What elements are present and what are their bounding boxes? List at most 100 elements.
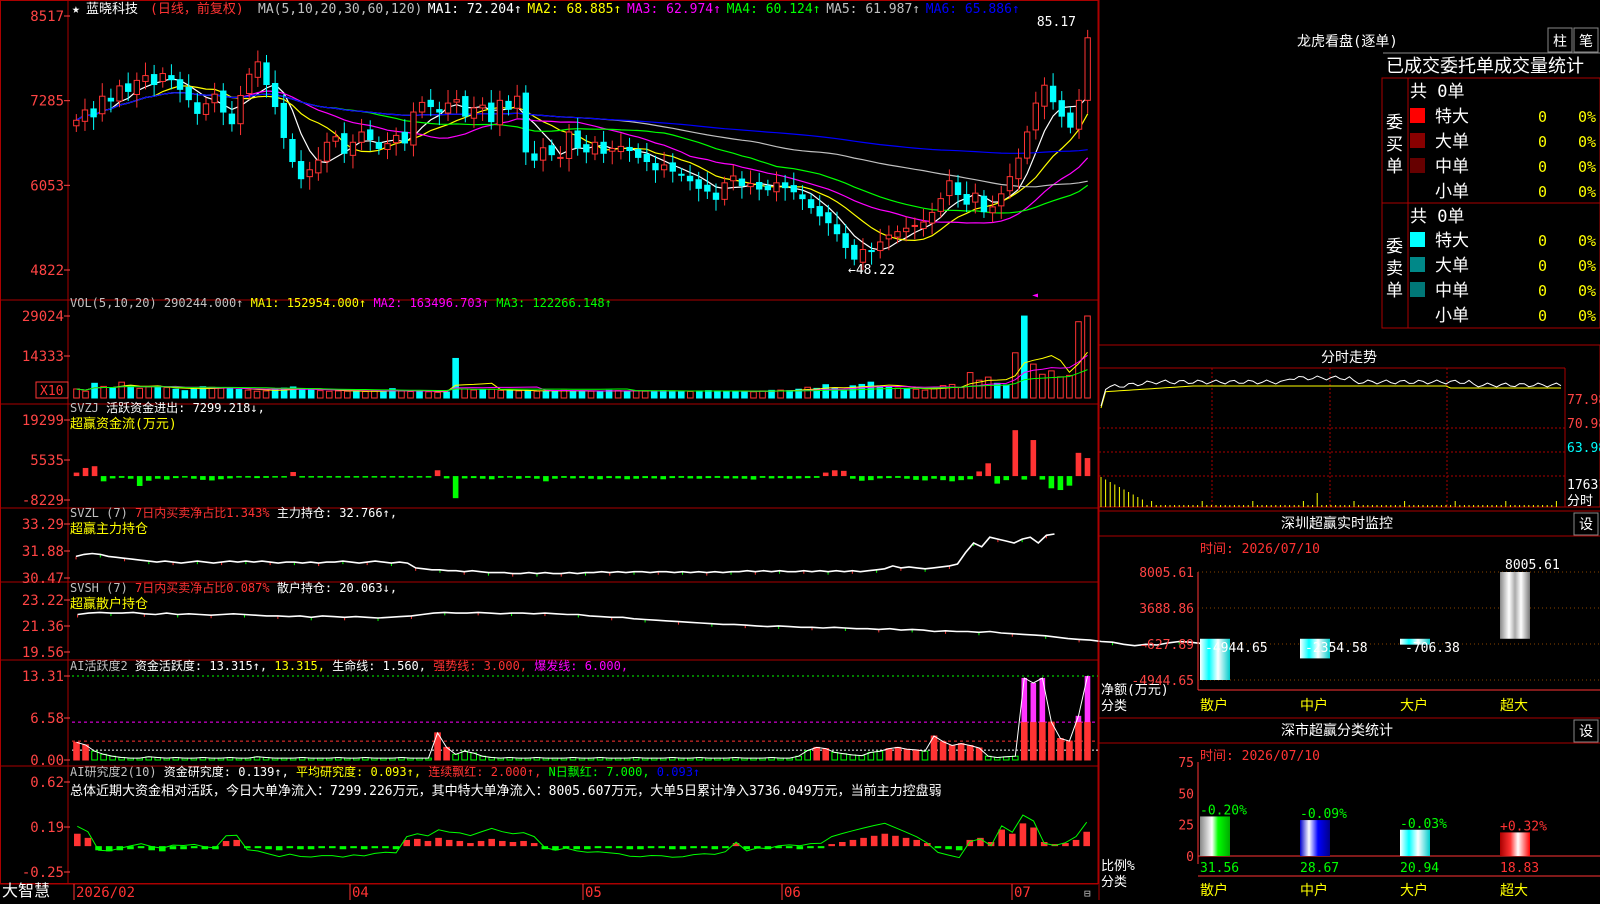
svzj-bar[interactable]	[723, 476, 730, 479]
svzj-bar[interactable]	[416, 476, 423, 478]
volume-bar[interactable]	[73, 388, 80, 399]
volume-bar[interactable]	[867, 381, 875, 399]
research-bar[interactable]	[414, 838, 421, 847]
svzj-bar[interactable]	[461, 476, 468, 479]
research-bar[interactable]	[509, 842, 517, 847]
candle-body[interactable]	[756, 181, 763, 190]
volume-bar[interactable]	[136, 387, 143, 399]
candle-body[interactable]	[254, 61, 262, 78]
volume-bar[interactable]	[470, 389, 477, 399]
candle-body[interactable]	[764, 185, 772, 191]
candle-body[interactable]	[531, 153, 538, 161]
svzj-bar[interactable]	[768, 476, 775, 479]
activity-bar[interactable]	[894, 746, 902, 761]
candle-body[interactable]	[185, 86, 192, 101]
volume-bar[interactable]	[750, 391, 757, 399]
svzj-bar[interactable]	[543, 476, 549, 482]
candle-body[interactable]	[107, 97, 115, 102]
candle-body[interactable]	[289, 139, 296, 163]
candle-body[interactable]	[548, 145, 555, 156]
volume-bar[interactable]	[659, 390, 667, 399]
volume-bar[interactable]	[696, 390, 703, 399]
candle-body[interactable]	[980, 195, 988, 213]
candle-body[interactable]	[194, 102, 201, 114]
volume-bar[interactable]	[912, 388, 920, 399]
candle-body[interactable]	[920, 221, 927, 230]
volume-bar[interactable]	[190, 388, 198, 399]
candle-body[interactable]	[747, 183, 754, 188]
svzj-bar[interactable]	[994, 476, 1001, 484]
volume-bar[interactable]	[316, 390, 324, 399]
sz-monitor-bar[interactable]	[1500, 572, 1530, 639]
volume-bar[interactable]	[488, 388, 496, 399]
svzj-bar[interactable]	[696, 476, 703, 479]
volume-bar[interactable]	[1030, 363, 1037, 399]
svzj-bar[interactable]	[145, 476, 152, 481]
activity-bar[interactable]	[82, 744, 89, 761]
research-bar[interactable]	[700, 846, 708, 849]
stock-period[interactable]: (日线，前复权)	[150, 1, 244, 17]
research-bar[interactable]	[796, 846, 804, 850]
svzj-bar[interactable]	[1048, 476, 1055, 489]
candle-body[interactable]	[263, 62, 270, 86]
candle-body[interactable]	[427, 99, 434, 108]
volume-bar[interactable]	[578, 390, 586, 399]
sz-class-bar[interactable]	[1400, 829, 1430, 856]
candle-body[interactable]	[341, 133, 348, 154]
volume-bar[interactable]	[443, 391, 450, 399]
activity-bar[interactable]	[948, 744, 956, 761]
candle-body[interactable]	[323, 141, 331, 162]
svzj-bar[interactable]	[407, 476, 414, 478]
research-bar[interactable]	[955, 846, 963, 851]
volume-bar[interactable]	[127, 385, 134, 399]
volume-bar[interactable]	[677, 390, 685, 399]
research-bar[interactable]	[839, 842, 846, 847]
svzj-bar[interactable]	[705, 476, 712, 479]
research-bar[interactable]	[382, 846, 389, 849]
svzj-bar[interactable]	[245, 476, 251, 478]
activity-bar-burst[interactable]	[1030, 683, 1037, 723]
candle-body[interactable]	[1023, 131, 1031, 159]
candle-body[interactable]	[1058, 100, 1065, 117]
svzj-bar[interactable]	[985, 463, 991, 477]
volume-bar[interactable]	[732, 390, 739, 399]
candle-body[interactable]	[237, 95, 244, 125]
sz-class-bar[interactable]	[1200, 816, 1230, 856]
activity-bar[interactable]	[822, 748, 830, 761]
research-bar[interactable]	[339, 846, 347, 850]
svzj-bar[interactable]	[976, 471, 982, 477]
svzj-bar[interactable]	[669, 476, 676, 479]
svzj-bar[interactable]	[470, 476, 477, 479]
svzj-bar[interactable]	[398, 476, 405, 478]
svzj-bar[interactable]	[272, 476, 278, 478]
svzj-bar[interactable]	[633, 476, 639, 479]
candle-body[interactable]	[652, 163, 659, 171]
candle-body[interactable]	[877, 241, 884, 252]
research-bar[interactable]	[318, 846, 325, 849]
volume-bar[interactable]	[894, 387, 902, 399]
research-bar[interactable]	[222, 840, 230, 847]
volume-bar[interactable]	[109, 387, 116, 399]
candle-body[interactable]	[695, 179, 702, 189]
volume-bar[interactable]	[596, 391, 604, 399]
svzj-bar[interactable]	[191, 476, 197, 479]
candle-body[interactable]	[462, 96, 469, 117]
research-bar[interactable]	[520, 840, 527, 847]
activity-bar[interactable]	[849, 754, 857, 761]
volume-bar[interactable]	[957, 387, 965, 399]
volume-bar[interactable]	[714, 390, 721, 399]
volume-bar[interactable]	[551, 390, 559, 399]
candle-body[interactable]	[989, 206, 996, 214]
volume-bar[interactable]	[298, 388, 306, 399]
volume-bar[interactable]	[560, 389, 568, 399]
svzj-bar[interactable]	[91, 466, 98, 477]
svzj-bar[interactable]	[534, 476, 540, 479]
volume-bar[interactable]	[226, 387, 234, 399]
candle-body[interactable]	[565, 131, 573, 159]
volume-bar[interactable]	[398, 390, 405, 399]
lock-icon[interactable]: ⊟	[1084, 887, 1091, 900]
volume-bar[interactable]	[524, 390, 532, 399]
research-bar[interactable]	[297, 846, 304, 850]
activity-bar-burst[interactable]	[1039, 677, 1046, 723]
svzj-bar[interactable]	[922, 476, 928, 481]
